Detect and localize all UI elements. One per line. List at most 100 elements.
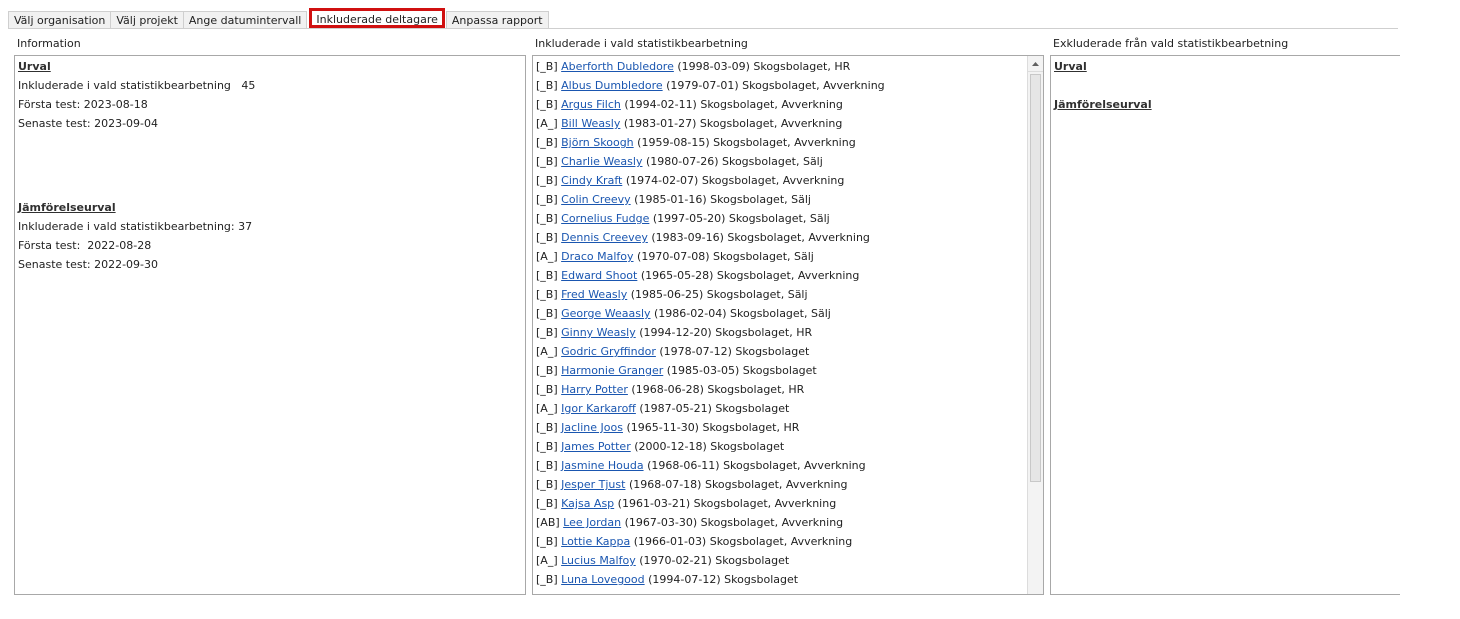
table-row: [_B] Dennis Creevey (1983-09-16) Skogsbo… xyxy=(536,228,1025,247)
participant-name-link[interactable]: Albus Dumbledore xyxy=(561,79,663,92)
participant-name-link[interactable]: Harmonie Granger xyxy=(561,364,663,377)
excluded-jamforelseurval-heading: Jämförelseurval xyxy=(1054,98,1152,111)
participant-code: [_B] xyxy=(536,421,558,434)
participant-details: (1968-06-11) Skogsbolaget, Avverkning xyxy=(647,459,866,472)
tab-divider xyxy=(8,28,1398,29)
participant-code: [_B] xyxy=(536,231,558,244)
table-row: [_B] Colin Creevy (1985-01-16) Skogsbola… xyxy=(536,190,1025,209)
participant-details: (1985-01-16) Skogsbolaget, Sälj xyxy=(634,193,811,206)
participant-code: [_B] xyxy=(536,459,558,472)
participant-details: (1959-08-15) Skogsbolaget, Avverkning xyxy=(637,136,856,149)
participant-code: [_B] xyxy=(536,364,558,377)
participant-details: (1985-06-25) Skogsbolaget, Sälj xyxy=(630,288,808,301)
tab-ange-datumintervall[interactable]: Ange datumintervall xyxy=(182,11,308,28)
participant-name-link[interactable]: Charlie Weasly xyxy=(561,155,642,168)
participant-name-link[interactable]: Dennis Creevey xyxy=(561,231,648,244)
participant-details: (1968-07-18) Skogsbolaget, Avverkning xyxy=(628,478,848,491)
participant-code: [A_] xyxy=(536,117,558,130)
table-row: [_B] Björn Skoogh (1959-08-15) Skogsbola… xyxy=(536,133,1025,152)
table-row: [_B] James Potter (2000-12-18) Skogsbola… xyxy=(536,437,1025,456)
participant-name-link[interactable]: Edward Shoot xyxy=(561,269,637,282)
participant-name-link[interactable]: Harry Potter xyxy=(561,383,628,396)
table-row: [_B] Fred Weasly (1985-06-25) Skogsbolag… xyxy=(536,285,1025,304)
jamforelseurval-included-count: Inkluderade i vald statistikbearbetning:… xyxy=(18,220,253,233)
participant-name-link[interactable]: Godric Gryffindor xyxy=(561,345,656,358)
participant-name-link[interactable]: Cindy Kraft xyxy=(561,174,622,187)
participant-name-link[interactable]: Igor Karkaroff xyxy=(561,402,636,415)
participant-details: (1983-01-27) Skogsbolaget, Avverkning xyxy=(623,117,843,130)
participant-name-link[interactable]: Bill Weasly xyxy=(561,117,620,130)
participant-details: (1974-02-07) Skogsbolaget, Avverkning xyxy=(625,174,845,187)
participant-code: [_B] xyxy=(536,383,558,396)
participant-code: [_B] xyxy=(536,288,558,301)
table-row: [_B] Ginny Weasly (1994-12-20) Skogsbola… xyxy=(536,323,1025,342)
participant-code: [_B] xyxy=(536,193,558,206)
participant-code: [_B] xyxy=(536,174,558,187)
participant-name-link[interactable]: James Potter xyxy=(561,440,631,453)
participant-details: (2000-12-18) Skogsbolaget xyxy=(634,440,785,453)
excluded-panel: Urval Jämförelseurval xyxy=(1050,55,1400,595)
table-row: [_B] Aberforth Dubledore (1998-03-09) Sk… xyxy=(536,57,1025,76)
participant-name-link[interactable]: Jasmine Houda xyxy=(561,459,643,472)
participant-code: [_B] xyxy=(536,478,558,491)
jamforelseurval-last-test: Senaste test: 2022-09-30 xyxy=(18,258,159,271)
participant-name-link[interactable]: Aberforth Dubledore xyxy=(561,60,674,73)
table-row: [A_] Lucius Malfoy (1970-02-21) Skogsbol… xyxy=(536,551,1025,570)
table-row: [_B] Charlie Weasly (1980-07-26) Skogsbo… xyxy=(536,152,1025,171)
tab-valj-projekt[interactable]: Välj projekt xyxy=(110,11,184,28)
participant-name-link[interactable]: Lottie Kappa xyxy=(561,535,630,548)
participant-name-link[interactable]: Colin Creevy xyxy=(561,193,631,206)
table-row: [_B] Harmonie Granger (1985-03-05) Skogs… xyxy=(536,361,1025,380)
information-title: Information xyxy=(17,37,81,50)
participant-details: (1994-02-11) Skogsbolaget, Avverkning xyxy=(624,98,843,111)
table-row: [AB] Lee Jordan (1967-03-30) Skogsbolage… xyxy=(536,513,1025,532)
participant-details: (1997-05-20) Skogsbolaget, Sälj xyxy=(652,212,830,225)
up-arrow-icon[interactable] xyxy=(1028,56,1043,72)
participant-name-link[interactable]: Argus Filch xyxy=(561,98,621,111)
participant-name-link[interactable]: Fred Weasly xyxy=(561,288,627,301)
participant-code: [_B] xyxy=(536,307,558,320)
urval-included-count: Inkluderade i vald statistikbearbetning … xyxy=(18,79,256,92)
participant-code: [_B] xyxy=(536,326,558,339)
participant-code: [A_] xyxy=(536,345,558,358)
scrollbar-thumb[interactable] xyxy=(1030,74,1041,482)
participant-code: [A_] xyxy=(536,402,558,415)
participant-name-link[interactable]: Lucius Malfoy xyxy=(561,554,636,567)
participant-name-link[interactable]: Cornelius Fudge xyxy=(561,212,649,225)
included-scrollbar[interactable] xyxy=(1027,56,1043,594)
table-row: [_B] Jasmine Houda (1968-06-11) Skogsbol… xyxy=(536,456,1025,475)
participant-details: (1986-02-04) Skogsbolaget, Sälj xyxy=(654,307,831,320)
participant-name-link[interactable]: Ginny Weasly xyxy=(561,326,636,339)
table-row: [_B] Kajsa Asp (1961-03-21) Skogsbolaget… xyxy=(536,494,1025,513)
participant-name-link[interactable]: Lee Jordan xyxy=(563,516,621,529)
tab-anpassa-rapport[interactable]: Anpassa rapport xyxy=(445,11,549,28)
included-panel[interactable]: [_B] Aberforth Dubledore (1998-03-09) Sk… xyxy=(532,55,1044,595)
participant-details: (1994-12-20) Skogsbolaget, HR xyxy=(639,326,813,339)
participant-details: (1970-07-08) Skogsbolaget, Sälj xyxy=(637,250,814,263)
tab-valj-organisation[interactable]: Välj organisation xyxy=(8,11,112,28)
participant-name-link[interactable]: George Weaasly xyxy=(561,307,650,320)
included-title: Inkluderade i vald statistikbearbetning xyxy=(535,37,748,50)
information-panel: Urval Inkluderade i vald statistikbearbe… xyxy=(14,55,526,595)
tab-bar: Välj organisation Välj projekt Ange datu… xyxy=(8,8,549,28)
participant-details: (1983-09-16) Skogsbolaget, Avverkning xyxy=(651,231,870,244)
participant-name-link[interactable]: Luna Lovegood xyxy=(561,573,644,586)
excluded-title: Exkluderade från vald statistikbearbetni… xyxy=(1053,37,1289,50)
participant-name-link[interactable]: Jesper Tjust xyxy=(561,478,625,491)
participant-name-link[interactable]: Draco Malfoy xyxy=(561,250,633,263)
participant-code: [_B] xyxy=(536,269,558,282)
participant-name-link[interactable]: Björn Skoogh xyxy=(561,136,634,149)
tab-inkluderade-deltagare[interactable]: Inkluderade deltagare xyxy=(309,8,445,28)
jamforelseurval-first-test: Första test: 2022-08-28 xyxy=(18,239,152,252)
table-row: [_B] Argus Filch (1994-02-11) Skogsbolag… xyxy=(536,95,1025,114)
participant-name-link[interactable]: Jacline Joos xyxy=(561,421,623,434)
participant-code: [_B] xyxy=(536,98,558,111)
participant-code: [_B] xyxy=(536,79,558,92)
table-row: [_B] George Weaasly (1986-02-04) Skogsbo… xyxy=(536,304,1025,323)
urval-heading: Urval xyxy=(18,60,51,73)
participant-name-link[interactable]: Kajsa Asp xyxy=(561,497,614,510)
participant-details: (1967-03-30) Skogsbolaget, Avverkning xyxy=(624,516,844,529)
participant-code: [_B] xyxy=(536,497,558,510)
participant-details: (1966-01-03) Skogsbolaget, Avverkning xyxy=(633,535,853,548)
urval-last-test: Senaste test: 2023-09-04 xyxy=(18,117,159,130)
